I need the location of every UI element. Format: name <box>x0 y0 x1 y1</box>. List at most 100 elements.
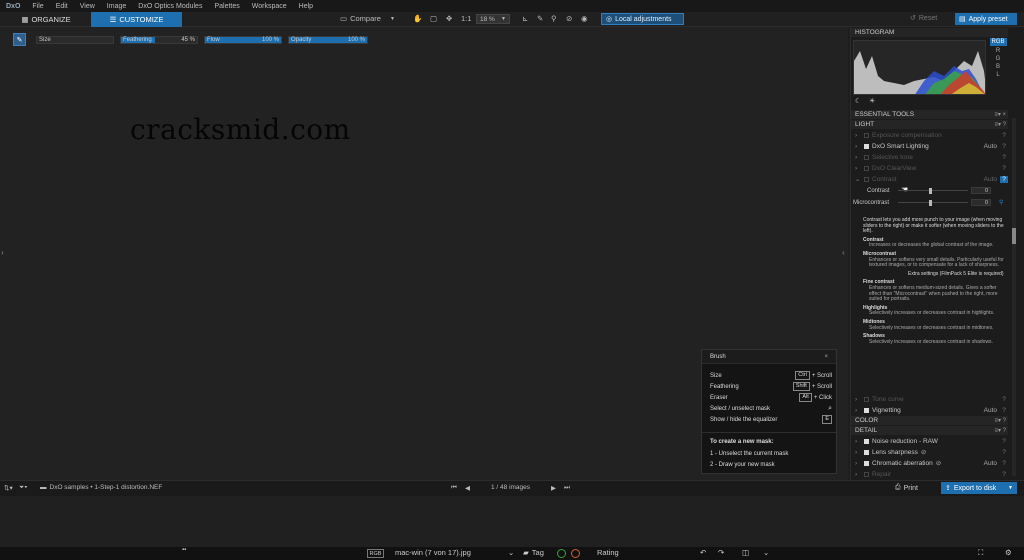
essential-tools-header[interactable]: ESSENTIAL TOOLS ≡▾ × <box>851 110 1008 119</box>
search-icon[interactable]: ⚲ <box>999 199 1003 206</box>
toggle-checkbox[interactable] <box>864 143 869 149</box>
filter-button[interactable]: ⏷▾ <box>19 484 27 492</box>
preview-button[interactable]: ◉ <box>581 14 588 23</box>
channel-r[interactable]: R <box>996 48 1000 54</box>
toggle-checkbox[interactable] <box>864 396 869 402</box>
menu-workspace[interactable]: Workspace <box>246 3 293 10</box>
contrast-knob[interactable] <box>929 188 932 194</box>
tool-lens-sharpness[interactable]: › Lens sharpness ⊘ ? <box>851 447 1008 457</box>
help-icon[interactable]: ? <box>1000 143 1008 150</box>
tool-exposure-compensation[interactable]: › Exposure compensation ? <box>851 130 1008 140</box>
tab-customize[interactable]: ☰ CUSTOMIZE <box>91 12 182 27</box>
flow-slider[interactable]: Flow 100 % <box>204 36 282 44</box>
menu-edit[interactable]: Edit <box>50 3 74 10</box>
compare-button[interactable]: ▭ Compare ▼ <box>340 14 395 23</box>
left-panel-toggle[interactable]: › <box>1 248 4 257</box>
tool-chromatic-aberration[interactable]: › Chromatic aberration ⊘ Auto ? <box>851 458 1008 468</box>
crop-button[interactable]: ▢ <box>430 14 437 23</box>
palette-menu-icon[interactable]: ≡▾ ? <box>994 427 1008 434</box>
folder-path[interactable]: ▬ DxO samples • 1-Step-1 distortion.NEF <box>40 484 162 491</box>
accept-tag-button[interactable] <box>557 549 566 558</box>
retouch-button[interactable]: ⚲ <box>551 14 557 23</box>
help-icon[interactable]: ? <box>1000 438 1008 445</box>
microcontrast-track[interactable] <box>898 202 968 203</box>
help-icon[interactable]: ? <box>1000 132 1008 139</box>
toggle-checkbox[interactable] <box>864 176 869 182</box>
microcontrast-value[interactable]: 0 <box>971 199 991 206</box>
tool-clearview[interactable]: › DxO ClearView ? <box>851 163 1008 173</box>
help-icon[interactable]: ? <box>1000 396 1008 403</box>
hand-tool-button[interactable]: ✋ <box>413 14 422 23</box>
palette-menu-icon[interactable]: ≡▾ × <box>994 111 1008 118</box>
filmstrip-resize-handle[interactable]: ▪▪ <box>182 547 186 553</box>
straighten-button[interactable]: ⊾ <box>522 14 528 23</box>
toggle-checkbox[interactable] <box>864 154 869 160</box>
contrast-value[interactable]: 0 <box>971 187 991 194</box>
fullscreen-button[interactable]: ⛶ <box>978 548 983 558</box>
first-image-button[interactable]: ⏮ <box>451 484 457 492</box>
tool-contrast[interactable]: ⌄ Contrast Auto ? <box>851 174 1008 184</box>
light-header[interactable]: LIGHT ≡▾ ? <box>851 120 1008 129</box>
reset-button[interactable]: ↺ Reset <box>910 14 937 23</box>
tool-selective-tone[interactable]: › Selective tone ? <box>851 152 1008 162</box>
last-image-button[interactable]: ⏭ <box>564 484 570 492</box>
help-icon[interactable]: ? <box>1000 471 1008 478</box>
channel-rgb[interactable]: RGB <box>989 38 1007 46</box>
toggle-checkbox[interactable] <box>864 449 869 455</box>
close-icon[interactable]: × <box>824 354 828 360</box>
tool-repair[interactable]: › Repair ? <box>851 469 1008 479</box>
color-header[interactable]: COLOR ≡▾ ? <box>851 416 1008 425</box>
export-button[interactable]: ⇪ Export to disk ▼ <box>941 482 1017 494</box>
detail-header[interactable]: DETAIL ≡▾ ? <box>851 426 1008 435</box>
shadow-clip-icon[interactable]: ☾ <box>855 97 861 105</box>
histogram-header[interactable]: HISTOGRAM <box>851 28 1008 37</box>
compare-view-button[interactable]: ◫ <box>742 548 749 557</box>
toggle-checkbox[interactable] <box>864 132 869 138</box>
help-icon[interactable]: ? <box>1000 449 1008 456</box>
toggle-checkbox[interactable] <box>864 460 869 466</box>
channel-g[interactable]: G <box>996 56 1001 62</box>
one-to-one-button[interactable]: 1:1 <box>461 14 471 23</box>
settings-button[interactable]: ⚙ <box>1005 548 1012 557</box>
apply-preset-button[interactable]: ▤ Apply preset <box>955 13 1017 25</box>
zoom-select[interactable]: 18 % ▼ <box>476 14 510 24</box>
feathering-slider[interactable]: Feathering 45 % <box>120 36 198 44</box>
highlight-clip-icon[interactable]: ☀ <box>869 97 875 105</box>
palette-menu-icon[interactable]: ≡▾ ? <box>994 417 1008 424</box>
toggle-checkbox[interactable] <box>864 407 869 413</box>
channel-b[interactable]: B <box>996 64 1000 70</box>
tab-organize[interactable]: ▦ ORGANIZE <box>17 13 75 26</box>
tool-tone-curve[interactable]: › Tone curve ? <box>851 394 1008 404</box>
tool-noise-reduction[interactable]: › Noise reduction - RAW ? <box>851 436 1008 446</box>
contrast-track[interactable] <box>898 190 968 191</box>
tool-smart-lighting[interactable]: › DxO Smart Lighting Auto ? <box>851 141 1008 151</box>
redeye-button[interactable]: ⊘ <box>566 14 572 23</box>
menu-optics-modules[interactable]: DxO Optics Modules <box>132 3 208 10</box>
rotate-right-button[interactable]: ↷ <box>718 548 724 557</box>
more-options-button[interactable]: ⌄ <box>763 548 769 557</box>
menu-help[interactable]: Help <box>293 3 319 10</box>
help-icon[interactable]: ? <box>1000 407 1008 414</box>
help-icon[interactable]: ? <box>1000 175 1008 183</box>
move-button[interactable]: ✥ <box>446 14 452 23</box>
toggle-checkbox[interactable] <box>864 165 869 171</box>
next-image-button[interactable]: ▶ <box>551 484 556 492</box>
scrollbar-thumb[interactable] <box>1012 228 1016 244</box>
panel-scrollbar[interactable] <box>1012 118 1016 476</box>
opacity-slider[interactable]: Opacity 100 % <box>288 36 368 44</box>
brush-tool-button[interactable]: ✎ <box>13 33 26 46</box>
menu-file[interactable]: File <box>26 3 49 10</box>
color-picker-button[interactable]: ✎ <box>537 14 543 23</box>
tool-vignetting[interactable]: › Vignetting Auto ? <box>851 405 1008 415</box>
microcontrast-knob[interactable] <box>929 200 932 206</box>
rotate-left-button[interactable]: ↶ <box>700 548 706 557</box>
sort-button[interactable]: ⇅▾ <box>4 484 13 492</box>
palette-menu-icon[interactable]: ≡▾ ? <box>994 121 1008 128</box>
help-icon[interactable]: ? <box>1000 154 1008 161</box>
filmstrip[interactable] <box>0 496 1024 547</box>
chevron-down-icon[interactable]: ▼ <box>1008 485 1013 491</box>
menu-palettes[interactable]: Palettes <box>208 3 245 10</box>
channel-l[interactable]: L <box>996 72 999 78</box>
toggle-checkbox[interactable] <box>864 438 869 444</box>
help-icon[interactable]: ? <box>1000 165 1008 172</box>
